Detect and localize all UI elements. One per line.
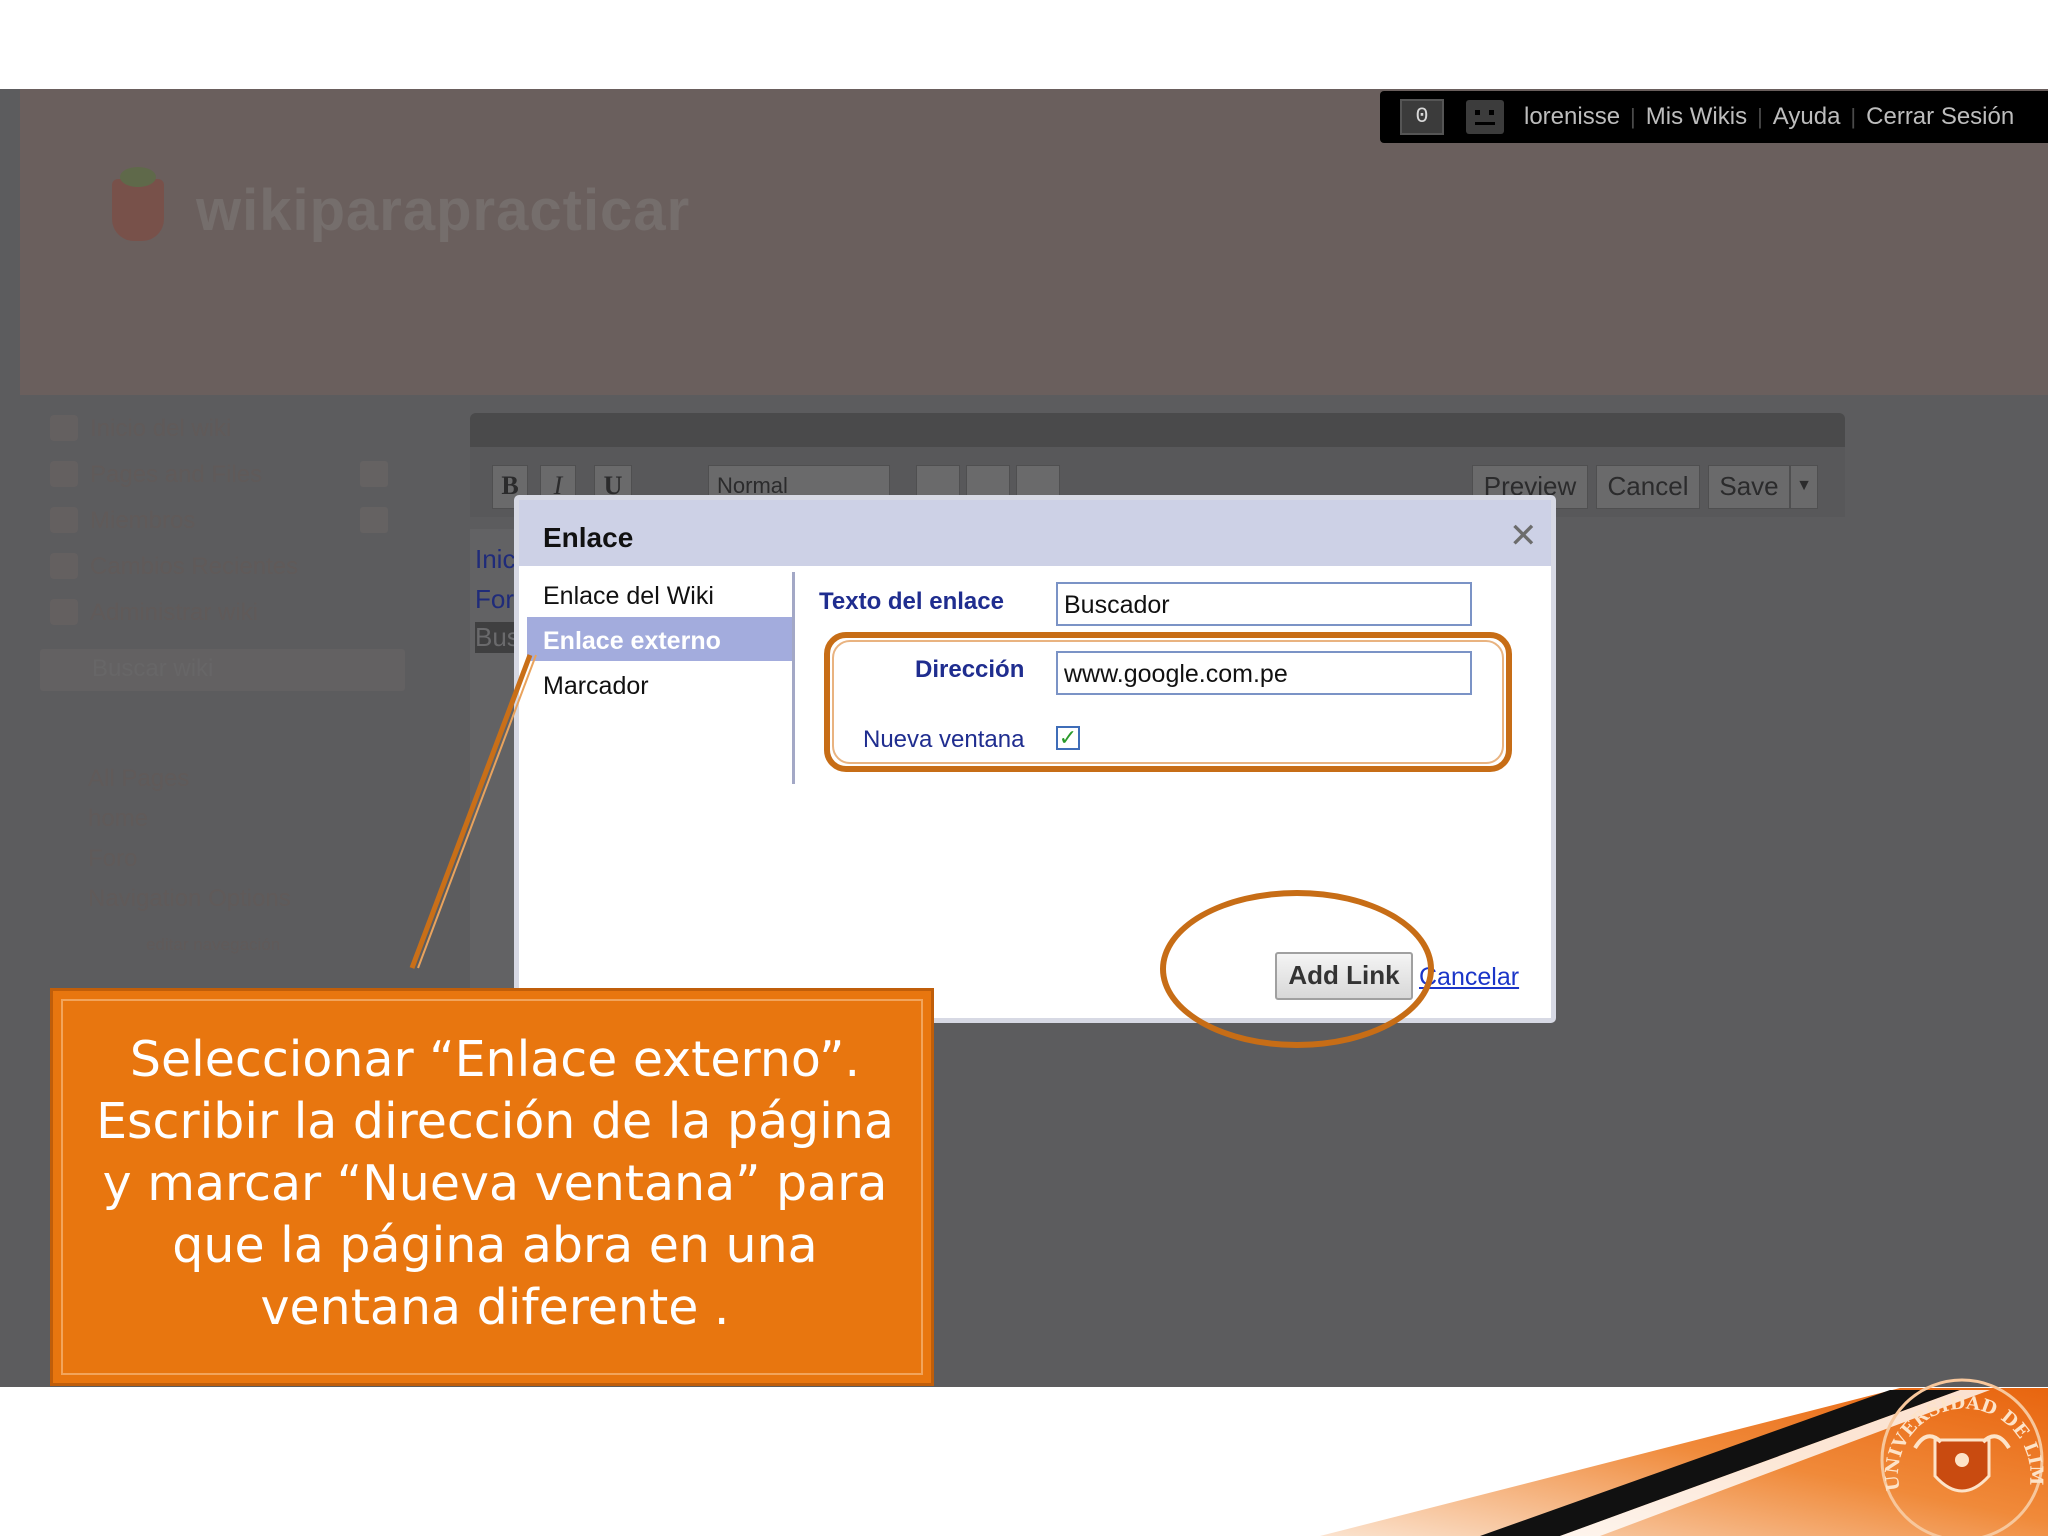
add-member-icon[interactable]: [360, 507, 388, 533]
username-link[interactable]: lorenisse: [1524, 103, 1620, 131]
white-stripe: [1560, 1390, 1990, 1536]
black-stripe: [1480, 1390, 1960, 1536]
user-bar: 0 lorenisse | Mis Wikis | Ayuda | Cerrar…: [1380, 91, 2048, 143]
nav-home[interactable]: home: [88, 805, 148, 833]
sidebar-item-manage[interactable]: Administrar wiki: [90, 599, 258, 627]
notification-count[interactable]: 0: [1400, 99, 1444, 135]
sidebar-item-recent-changes[interactable]: Cambios Recientes: [90, 553, 298, 581]
orange-wedge: [1320, 1388, 2048, 1536]
folder-icon: [50, 461, 78, 487]
callout-line: Seleccionar “Enlace externo”.: [129, 1031, 861, 1088]
gear-icon: [50, 599, 78, 625]
add-page-icon[interactable]: [360, 461, 388, 487]
link-text-label: Texto del enlace: [819, 588, 1004, 615]
wiki-title[interactable]: wikiparapracticar: [196, 177, 690, 244]
calendar-icon: [50, 553, 78, 579]
home-icon: [50, 415, 78, 441]
save-dropdown-icon[interactable]: ▼: [1790, 465, 1818, 509]
callout-line: ventana diferente .: [260, 1279, 730, 1336]
separator: |: [1757, 104, 1763, 129]
my-wikis-link[interactable]: Mis Wikis: [1646, 103, 1747, 131]
tab-external-link[interactable]: Enlace externo: [527, 617, 792, 661]
nav-options[interactable]: Navigation Options: [88, 885, 291, 913]
highlight-ring-button: [1160, 890, 1434, 1048]
callout-text: Seleccionar “Enlace externo”. Escribir l…: [73, 1029, 917, 1339]
cancel-edit-button[interactable]: Cancel: [1596, 465, 1700, 509]
user-avatar-icon[interactable]: [1466, 100, 1504, 134]
separator: |: [1850, 104, 1857, 129]
callout-line: que la página abra en una: [172, 1217, 818, 1274]
sidebar-item-members[interactable]: Miembros: [90, 507, 195, 535]
editor-link-foro[interactable]: For: [475, 584, 514, 615]
nav-foro[interactable]: Foro: [88, 845, 137, 873]
sidebar-item-home[interactable]: Inicio del wiki: [90, 415, 231, 443]
callout-line: y marcar “Nueva ventana” para: [102, 1155, 888, 1212]
dialog-title: Enlace: [543, 522, 634, 553]
help-link[interactable]: Ayuda: [1773, 103, 1841, 131]
callout-line: Escribir la dirección de la página: [96, 1093, 894, 1150]
tab-bookmark[interactable]: Marcador: [527, 662, 792, 706]
members-icon: [50, 507, 78, 533]
nav-all-pages[interactable]: All Pages: [88, 765, 189, 793]
cancel-link[interactable]: Cancelar: [1419, 963, 1519, 992]
close-icon[interactable]: ✕: [1509, 516, 1538, 556]
editor-link-inicio[interactable]: Inic: [475, 544, 515, 575]
tab-wiki-link[interactable]: Enlace del Wiki: [527, 572, 792, 616]
save-button[interactable]: Save: [1708, 465, 1790, 509]
logout-link[interactable]: Cerrar Sesión: [1866, 103, 2014, 131]
instruction-callout: Seleccionar “Enlace externo”. Escribir l…: [50, 988, 934, 1386]
dialog-tab-list: Enlace del Wiki Enlace externo Marcador: [527, 572, 795, 784]
sidebar-search-input[interactable]: Buscar wiki: [40, 649, 405, 691]
sidebar-item-pages[interactable]: Pages and Files: [90, 461, 262, 489]
wiki-logo-icon: [112, 167, 164, 241]
logo-shield-icon: [1933, 1438, 1991, 1493]
link-text-input[interactable]: Buscador: [1056, 582, 1472, 626]
highlight-ring-fields: [824, 632, 1512, 772]
dialog-titlebar: Enlace ✕: [519, 500, 1551, 566]
separator: |: [1630, 104, 1636, 129]
edit-navigation-link[interactable]: editar navegación: [146, 935, 280, 955]
